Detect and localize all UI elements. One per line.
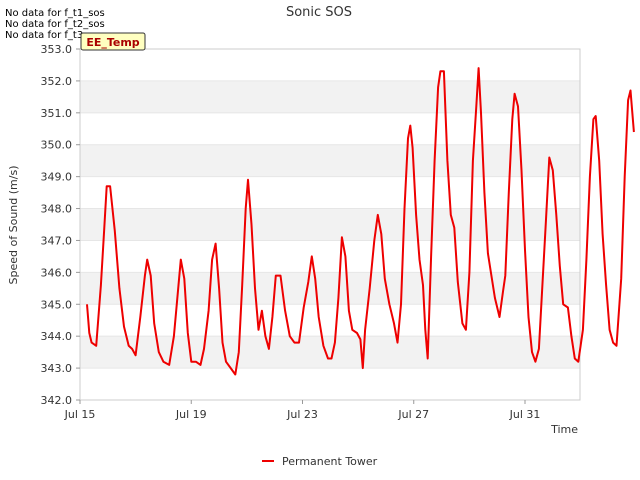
y-axis-label: Speed of Sound (m/s) xyxy=(7,166,20,285)
x-axis-label: Time xyxy=(550,423,578,436)
chart-title: Sonic SOS xyxy=(286,5,352,20)
y-tick-label: 353.0 xyxy=(41,43,73,56)
y-tick-label: 344.0 xyxy=(41,330,73,343)
ee-temp-label: EE_Temp xyxy=(86,36,139,49)
grid-band xyxy=(80,144,580,177)
y-tick-label: 346.0 xyxy=(41,266,73,279)
x-tick-label: Jul 31 xyxy=(509,408,541,421)
x-tick-label: Jul 27 xyxy=(397,408,429,421)
y-axis-ticks: 342.0 343.0 344.0 345.0 346.0 347.0 348.0 349.0… xyxy=(41,43,80,407)
legend-label: Permanent Tower xyxy=(282,455,378,468)
x-axis-ticks: Jul 15 Jul 19 Jul 23 Jul 27 Jul 31 xyxy=(64,400,541,421)
y-tick-label: 349.0 xyxy=(41,171,73,184)
sonic-sos-chart: Sonic SOS 342.0 343.0 344.0 345.0 346.0 347.0… xyxy=(7,5,635,468)
x-tick-label: Jul 15 xyxy=(64,408,96,421)
y-tick-label: 348.0 xyxy=(41,203,73,216)
ee-temp-badge[interactable]: EE_Temp xyxy=(80,32,146,51)
x-tick-label: Jul 23 xyxy=(286,408,318,421)
grid-band xyxy=(80,80,580,113)
legend[interactable]: Permanent Tower xyxy=(262,455,378,468)
y-tick-label: 347.0 xyxy=(41,234,73,247)
y-tick-label: 342.0 xyxy=(41,394,73,407)
y-tick-label: 350.0 xyxy=(41,139,73,152)
x-tick-label: Jul 19 xyxy=(175,408,207,421)
y-tick-label: 345.0 xyxy=(41,298,73,311)
grid-band xyxy=(80,336,580,369)
y-tick-label: 351.0 xyxy=(41,107,73,120)
y-tick-label: 352.0 xyxy=(41,75,73,88)
y-tick-label: 343.0 xyxy=(41,362,73,375)
grid-band xyxy=(80,208,580,241)
